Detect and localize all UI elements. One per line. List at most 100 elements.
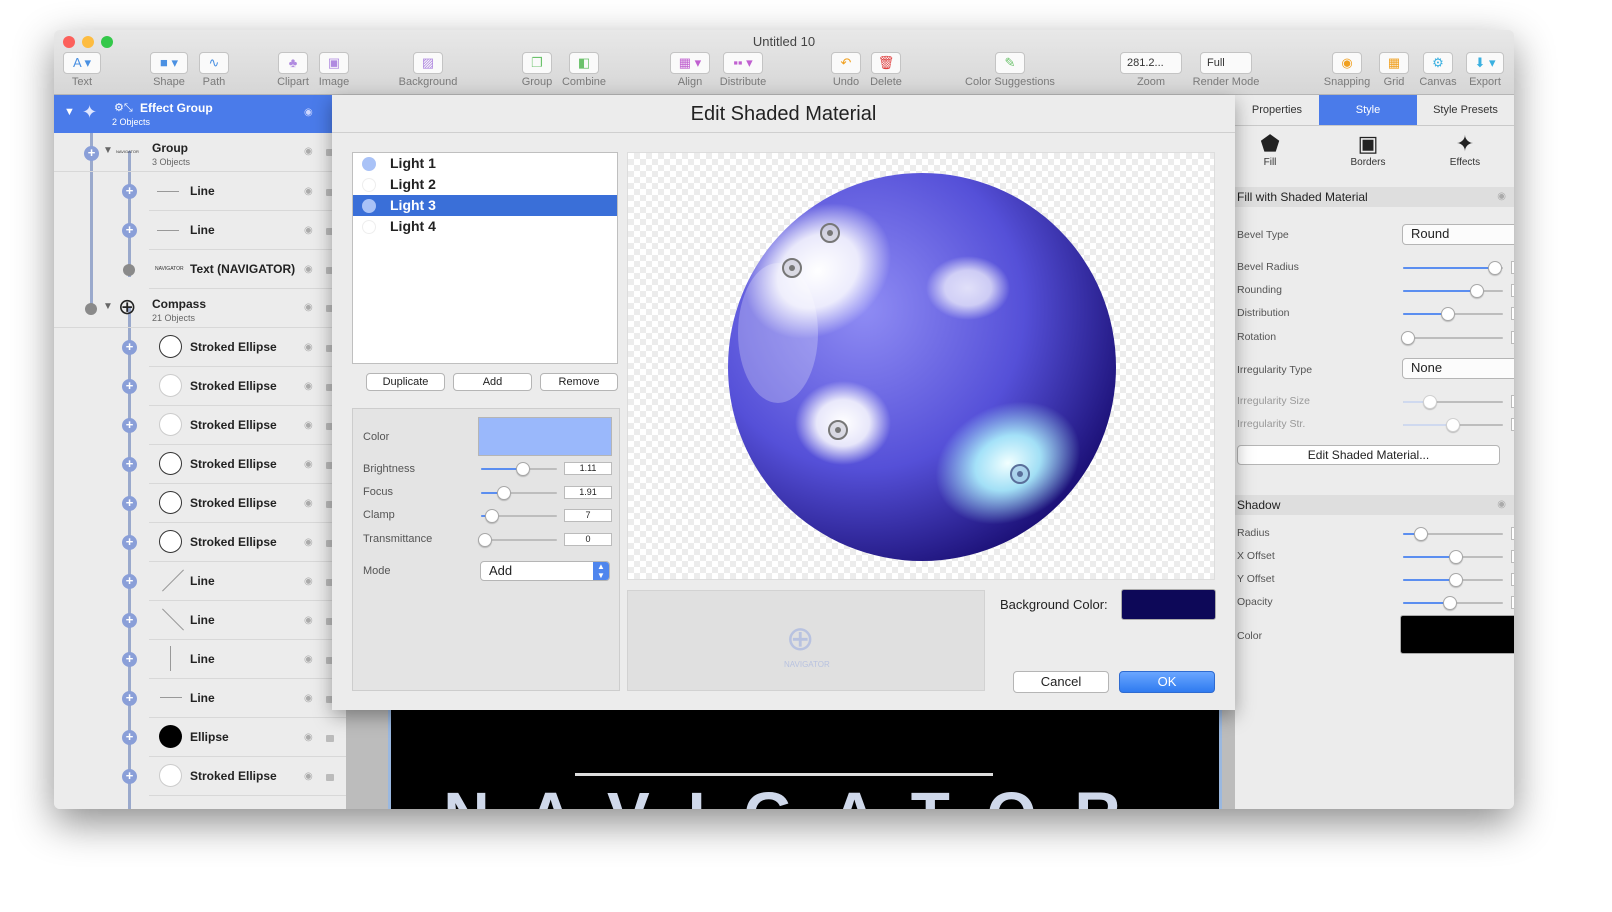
distribution-value[interactable]: 43 — [1511, 307, 1514, 320]
zoom-field[interactable]: 281.2... Zoom — [1120, 52, 1182, 88]
light-handle-4[interactable] — [1010, 464, 1030, 484]
opacity-value[interactable]: 46 — [1511, 596, 1514, 609]
fill-section-header[interactable]: Fill with Shaded Material ◉ — [1235, 187, 1514, 207]
layer-item[interactable]: + Stroked Ellipse ◉ — [122, 523, 346, 562]
shadow-radius-value[interactable]: 3.75 — [1511, 527, 1514, 540]
slider-knob[interactable] — [1443, 596, 1457, 610]
layer-item[interactable]: + Ellipse ◉ — [122, 718, 346, 757]
add-child-icon[interactable]: + — [122, 457, 137, 472]
export-button[interactable]: ⬇ ▾ Export — [1464, 52, 1506, 88]
visibility-eye-icon[interactable]: ◉ — [304, 576, 313, 587]
add-child-icon[interactable]: + — [122, 340, 137, 355]
visibility-eye-icon[interactable]: ◉ — [304, 225, 313, 236]
layer-line[interactable]: + Line ◉ — [122, 172, 346, 211]
text-tool-button[interactable]: A ▾ Text — [62, 52, 102, 88]
slider-knob[interactable] — [1446, 418, 1460, 432]
rounding-slider[interactable] — [1403, 284, 1503, 298]
zoom-value[interactable]: 281.2... — [1120, 52, 1182, 74]
visibility-eye-icon[interactable]: ◉ — [304, 732, 313, 743]
visibility-eye-icon[interactable]: ◉ — [304, 459, 313, 470]
visibility-eye-icon[interactable]: ◉ — [304, 186, 313, 197]
distribute-button[interactable]: ▪▪ ▾ Distribute — [716, 52, 770, 88]
irregularity-size-value[interactable]: 1 — [1511, 395, 1514, 408]
distribution-slider[interactable] — [1403, 307, 1503, 321]
visibility-eye-icon[interactable]: ◉ — [304, 537, 313, 548]
visibility-eye-icon[interactable]: ◉ — [304, 654, 313, 665]
layer-line[interactable]: + Line ◉ — [122, 211, 346, 250]
add-child-icon[interactable]: + — [122, 730, 137, 745]
layer-item[interactable]: + Stroked Ellipse ◉ — [122, 757, 346, 796]
path-tool-button[interactable]: ∿ Path — [197, 52, 231, 88]
visibility-eye-icon[interactable]: ◉ — [304, 498, 313, 509]
canvas-artwork[interactable]: NAVIGATOR — [388, 709, 1222, 809]
irregularity-type-popup[interactable]: None▲▼ — [1402, 358, 1514, 379]
visibility-eye-icon[interactable]: ◉ — [1497, 187, 1506, 207]
add-child-icon[interactable]: + — [122, 418, 137, 433]
layer-item[interactable]: + Stroked Ellipse ◉ — [122, 484, 346, 523]
layer-item[interactable]: + Line ◉ — [122, 601, 346, 640]
rotation-value[interactable]: 0 — [1511, 331, 1514, 344]
visibility-eye-icon[interactable]: ◉ — [304, 342, 313, 353]
add-child-icon[interactable]: + — [122, 535, 137, 550]
visibility-eye-icon[interactable]: ◉ — [304, 264, 313, 275]
layer-item[interactable]: + Stroked Ellipse ◉ — [122, 445, 346, 484]
layer-item[interactable]: + Line ◉ — [122, 679, 346, 718]
layer-item[interactable]: + Line ◉ — [122, 640, 346, 679]
add-child-icon[interactable]: + — [122, 223, 137, 238]
visibility-eye-icon[interactable]: ◉ — [304, 107, 313, 118]
slider-knob[interactable] — [1423, 395, 1437, 409]
visibility-eye-icon[interactable]: ◉ — [304, 693, 313, 704]
slider-knob[interactable] — [1449, 550, 1463, 564]
fill-button[interactable]: ⬟ Fill — [1249, 131, 1291, 168]
mode-popup[interactable]: Add ▲ ▼ — [480, 561, 610, 581]
layer-item[interactable]: + Line ◉ — [122, 562, 346, 601]
layer-item[interactable]: + Stroked Ellipse ◉ — [122, 406, 346, 445]
clamp-slider[interactable] — [481, 509, 557, 523]
visibility-eye-icon[interactable]: ◉ — [304, 381, 313, 392]
layer-effect-group[interactable]: ▼ ✦ ⚙⤡ Effect Group 2 Objects ◉ — [54, 95, 346, 133]
add-child-icon[interactable]: + — [122, 379, 137, 394]
visibility-eye-icon[interactable]: ◉ — [304, 420, 313, 431]
light-item-2[interactable]: Light 2 — [353, 174, 617, 195]
x-offset-value[interactable]: 2 — [1511, 550, 1514, 563]
undo-button[interactable]: ↶ Undo — [829, 52, 863, 88]
disclosure-triangle-icon[interactable]: ▼ — [103, 301, 113, 312]
lights-list[interactable]: Light 1 Light 2 Light 3 Light 4 — [352, 152, 618, 364]
render-mode-field[interactable]: Full Render Mode — [1190, 52, 1262, 88]
shadow-radius-slider[interactable] — [1403, 527, 1503, 541]
remove-light-button[interactable]: Remove — [540, 373, 618, 391]
transmittance-value[interactable]: 0 — [564, 533, 612, 546]
add-child-icon[interactable]: + — [122, 496, 137, 511]
clipart-button[interactable]: ♣ Clipart — [274, 52, 312, 88]
duplicate-button[interactable]: Duplicate — [366, 373, 445, 391]
image-button[interactable]: ▣ Image — [316, 52, 352, 88]
slider-knob[interactable] — [1470, 284, 1484, 298]
layer-group[interactable]: + ▼ NAVIGATOR Group 3 Objects ◉ — [54, 133, 346, 172]
material-preview[interactable] — [627, 152, 1215, 580]
add-child-icon[interactable]: + — [84, 146, 99, 161]
layer-compass[interactable]: ▼ ⊕ Compass 21 Objects ◉ — [54, 289, 346, 328]
light-item-3[interactable]: Light 3 — [353, 195, 617, 216]
focus-slider[interactable] — [481, 486, 557, 500]
disclosure-triangle-icon[interactable]: ▼ — [64, 106, 75, 118]
color-suggestions-button[interactable]: ✎ Color Suggestions — [960, 52, 1060, 88]
add-child-icon[interactable]: + — [122, 574, 137, 589]
slider-knob[interactable] — [1488, 261, 1502, 275]
slider-knob[interactable] — [515, 462, 530, 476]
rotation-slider[interactable] — [1401, 331, 1503, 345]
add-light-button[interactable]: Add — [453, 373, 532, 391]
background-button[interactable]: ▨ Background — [394, 52, 462, 88]
edit-shaded-material-button[interactable]: Edit Shaded Material... — [1237, 445, 1500, 465]
borders-button[interactable]: ▣ Borders — [1345, 131, 1391, 168]
bevel-radius-slider[interactable] — [1403, 261, 1503, 275]
group-button[interactable]: ❐ Group — [519, 52, 555, 88]
snapping-button[interactable]: ◉ Snapping — [1320, 52, 1374, 88]
rounding-value[interactable]: 78 — [1511, 284, 1514, 297]
visibility-eye-icon[interactable]: ◉ — [1497, 495, 1506, 515]
y-offset-slider[interactable] — [1403, 573, 1503, 587]
lock-icon[interactable] — [326, 735, 334, 742]
lock-icon[interactable] — [326, 774, 334, 781]
effects-button[interactable]: ✦ Effects — [1442, 131, 1488, 168]
slider-knob[interactable] — [496, 486, 511, 500]
irregularity-size-slider[interactable] — [1403, 395, 1503, 409]
